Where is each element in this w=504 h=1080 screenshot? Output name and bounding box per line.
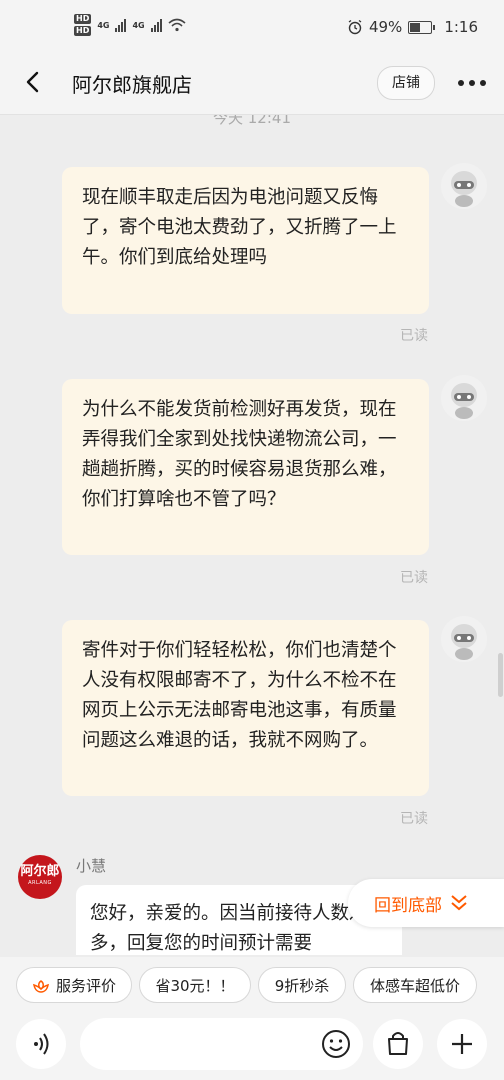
shopping-bag-icon (388, 1032, 408, 1055)
input-bar (0, 1015, 504, 1080)
hd-badge: HD (74, 14, 92, 24)
chat-header: 阿尔郎旗舰店 店铺 (0, 56, 504, 115)
quick-action-label: 服务评价 (55, 977, 116, 995)
plus-icon (452, 1034, 472, 1054)
status-right: 49% 1:16 (347, 18, 478, 36)
read-status: 已读 (400, 811, 428, 827)
quick-action-hoverboard-deal[interactable]: 体感车超低价 (353, 967, 477, 1003)
scrollbar[interactable] (498, 653, 503, 697)
network-type: 4G (132, 20, 145, 30)
quick-action-flash-sale[interactable]: 9折秒杀 (258, 967, 346, 1003)
network-indicators: HD HD 4G 4G (74, 14, 186, 36)
quick-actions-bar: 服务评价 省30元！！ 9折秒杀 体感车超低价 (0, 957, 504, 1015)
signal-icon (150, 18, 162, 32)
user-avatar[interactable] (441, 163, 487, 209)
voice-icon (34, 1033, 49, 1055)
status-bar: HD HD 4G 4G 49% 1:16 (0, 0, 504, 56)
double-chevron-down-icon (451, 895, 467, 911)
chat-area[interactable]: 今天 12:41 现在顺丰取走后因为电池问题又反悔了，寄个电池太费劲了，又折腾了… (0, 115, 504, 955)
outgoing-message[interactable]: 为什么不能发货前检测好再发货，现在弄得我们全家到处找快递物流公司，一趟趟折腾，买… (62, 379, 429, 555)
voice-button[interactable] (16, 1019, 66, 1069)
flower-icon (32, 979, 49, 993)
clock: 1:16 (444, 18, 478, 36)
store-button[interactable]: 店铺 (377, 66, 435, 100)
outgoing-message[interactable]: 寄件对于你们轻轻松松，你们也清楚个人没有权限邮寄不了，为什么不检不在网页上公示无… (62, 620, 429, 796)
back-arrow-icon[interactable] (22, 70, 46, 94)
shop-avatar[interactable]: 阿尔郎 ARLANG (18, 855, 62, 899)
back-to-bottom-label: 回到底部 (374, 895, 442, 916)
read-status: 已读 (400, 570, 428, 586)
user-avatar[interactable] (441, 616, 487, 662)
shop-avatar-text: 阿尔郎 (20, 864, 60, 879)
more-plus-button[interactable] (437, 1019, 487, 1069)
network-type: 4G (97, 20, 110, 30)
battery-percent: 49% (368, 18, 403, 36)
quick-action-label: 体感车超低价 (369, 977, 460, 995)
emoji-icon[interactable] (321, 1029, 351, 1059)
outgoing-message[interactable]: 现在顺丰取走后因为电池问题又反悔了，寄个电池太费劲了，又折腾了一上午。你们到底给… (62, 167, 429, 314)
battery-icon (408, 20, 436, 34)
alarm-icon (348, 19, 362, 35)
user-avatar[interactable] (441, 375, 487, 421)
more-menu-icon[interactable] (458, 80, 486, 86)
agent-name: 小慧 (76, 857, 107, 875)
read-status: 已读 (400, 328, 428, 344)
hd-badge: HD (74, 26, 92, 36)
shop-avatar-subtext: ARLANG (28, 880, 52, 886)
wifi-icon (168, 18, 186, 32)
quick-action-label: 省30元！！ (155, 977, 235, 995)
signal-icon (115, 18, 127, 32)
page-title: 阿尔郎旗舰店 (72, 73, 192, 97)
quick-action-label: 9折秒杀 (274, 977, 330, 995)
quick-action-save[interactable]: 省30元！！ (139, 967, 251, 1003)
shopping-bag-button[interactable] (373, 1019, 423, 1069)
chat-timestamp: 今天 12:41 (213, 115, 291, 127)
quick-action-service-rating[interactable]: 服务评价 (16, 967, 132, 1003)
back-to-bottom-button[interactable]: 回到底部 (348, 879, 504, 927)
